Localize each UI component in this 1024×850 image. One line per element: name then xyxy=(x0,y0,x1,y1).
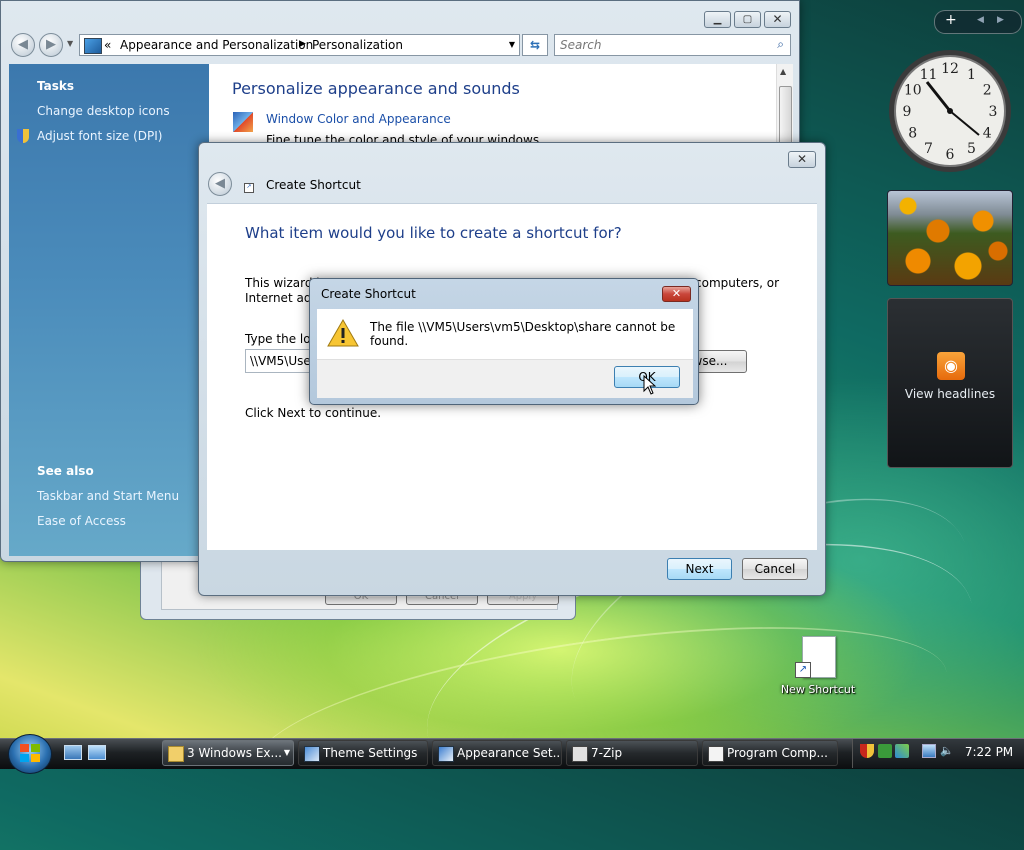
network-icon[interactable] xyxy=(922,744,936,758)
feed-headlines-gadget[interactable]: ◉ View headlines xyxy=(887,298,1013,468)
view-headlines-label[interactable]: View headlines xyxy=(888,387,1012,401)
security-center-icon[interactable] xyxy=(895,744,909,758)
clock-numeral: 9 xyxy=(903,104,912,120)
add-gadget-icon[interactable]: + xyxy=(945,12,957,28)
sidebar-item-adjust-font-size[interactable]: Adjust font size (DPI) xyxy=(37,129,162,143)
shortcut-icon: ↗ xyxy=(244,183,254,193)
taskbar-button-program-compatibility[interactable]: Program Comp... xyxy=(702,740,838,766)
see-also-heading: See also xyxy=(37,464,94,478)
clock-numeral: 1 xyxy=(967,67,976,83)
recent-pages-arrow-icon[interactable]: ▼ xyxy=(67,39,73,48)
refresh-button[interactable]: ⇆ xyxy=(522,34,548,56)
taskbar-button-theme-settings[interactable]: Theme Settings xyxy=(298,740,428,766)
error-dialog-body: The file \\VM5\Users\vm5\Desktop\share c… xyxy=(317,309,693,359)
window-color-icon xyxy=(233,112,253,132)
windows-logo-icon xyxy=(20,744,40,762)
clock-numeral: 8 xyxy=(908,126,917,142)
sidebar-item-ease-of-access[interactable]: Ease of Access xyxy=(37,514,126,528)
group-dropdown-icon[interactable]: ▼ xyxy=(284,741,290,765)
sidebar-item-taskbar[interactable]: Taskbar and Start Menu xyxy=(37,489,179,503)
sidebar: Tasks Change desktop icons Adjust font s… xyxy=(9,64,209,556)
clock-numeral: 2 xyxy=(983,83,992,99)
control-panel-icon xyxy=(84,38,102,54)
address-bar[interactable]: « Appearance and Personalization ▶ Perso… xyxy=(79,34,520,56)
error-dialog-close-button[interactable]: ✕ xyxy=(662,286,691,302)
clock-numeral: 12 xyxy=(941,61,959,77)
wizard-title: Create Shortcut xyxy=(266,178,361,192)
wizard-close-button[interactable]: ✕ xyxy=(788,151,816,168)
gadget-toolbar: + ◀ ▶ xyxy=(934,10,1022,34)
minimize-button[interactable]: ▁ xyxy=(704,11,731,28)
next-gadget-icon[interactable]: ▶ xyxy=(997,15,1004,25)
start-button[interactable] xyxy=(8,734,52,774)
taskbar-label: Appearance Set... xyxy=(457,746,562,760)
clock-numeral: 3 xyxy=(989,104,998,120)
mouse-cursor-icon xyxy=(643,375,657,395)
taskbar-button-appearance-settings[interactable]: Appearance Set... xyxy=(432,740,562,766)
page-title: Personalize appearance and sounds xyxy=(232,79,520,98)
error-dialog: Create Shortcut ✕ The file \\VM5\Users\v… xyxy=(309,278,699,405)
wizard-intro-line2: Internet add xyxy=(245,291,320,305)
warning-icon xyxy=(327,319,359,347)
breadcrumb-prefix: « xyxy=(104,38,112,52)
clock-numeral: 5 xyxy=(967,141,976,157)
next-button[interactable]: Next xyxy=(667,558,732,580)
desktop-icon-new-shortcut[interactable]: ↗ New Shortcut xyxy=(778,636,858,700)
windows-update-icon[interactable] xyxy=(878,744,892,758)
clock-numeral: 7 xyxy=(924,141,933,157)
error-dialog-title: Create Shortcut xyxy=(321,287,416,301)
volume-muted-icon[interactable]: 🔈 xyxy=(940,744,954,758)
taskbar-button-windows-explorer[interactable]: 3 Windows Ex... ▼ xyxy=(162,740,294,766)
clock-numeral: 10 xyxy=(904,83,922,99)
breadcrumb-appearance[interactable]: Appearance and Personalization xyxy=(120,38,313,52)
archive-icon xyxy=(572,746,588,762)
program-icon xyxy=(708,746,724,762)
breadcrumb-arrow-icon[interactable]: ▶ xyxy=(299,39,306,49)
search-box[interactable]: Search ⌕ xyxy=(554,34,791,56)
previous-gadget-icon[interactable]: ◀ xyxy=(977,15,984,25)
clock-numeral: 4 xyxy=(983,126,992,142)
address-dropdown-icon[interactable]: ▼ xyxy=(509,40,515,49)
shield-icon xyxy=(17,129,29,143)
wizard-back-button[interactable]: ◀ xyxy=(208,172,232,196)
forward-button[interactable]: ▶ xyxy=(39,33,63,57)
back-button[interactable]: ◀ xyxy=(11,33,35,57)
location-label: Type the loc xyxy=(245,332,318,346)
wizard-heading: What item would you like to create a sho… xyxy=(245,224,622,242)
rss-feed-icon: ◉ xyxy=(937,352,965,380)
desktop-icon-label: New Shortcut xyxy=(780,683,856,696)
clock-gadget[interactable]: 12 12 3 45678 9 1011 xyxy=(887,48,1013,174)
close-button[interactable]: ✕ xyxy=(764,11,791,28)
cancel-button[interactable]: Cancel xyxy=(742,558,808,580)
breadcrumb-personalization[interactable]: Personalization xyxy=(312,38,403,52)
clock-numeral: 6 xyxy=(946,147,955,163)
taskbar-label: 3 Windows Ex... xyxy=(187,746,282,760)
search-icon[interactable]: ⌕ xyxy=(777,37,784,52)
sidebar-item-change-desktop-icons[interactable]: Change desktop icons xyxy=(37,104,170,118)
slideshow-gadget[interactable] xyxy=(887,190,1013,286)
show-desktop-icon[interactable] xyxy=(64,745,82,760)
switch-windows-icon[interactable] xyxy=(88,745,106,760)
tasks-heading: Tasks xyxy=(37,79,75,93)
security-shield-icon[interactable] xyxy=(860,744,874,758)
folder-icon xyxy=(168,746,184,762)
clock-numeral: 11 xyxy=(920,67,938,83)
theme-icon xyxy=(304,746,320,762)
continue-text: Click Next to continue. xyxy=(245,406,382,420)
taskbar-label: Theme Settings xyxy=(323,746,418,760)
shortcut-arrow-icon: ↗ xyxy=(795,662,811,678)
maximize-button[interactable]: ▢ xyxy=(734,11,761,28)
search-input[interactable]: Search xyxy=(560,38,602,52)
window-color-link[interactable]: Window Color and Appearance xyxy=(266,112,451,126)
taskbar-button-7zip[interactable]: 7-Zip xyxy=(566,740,698,766)
taskbar-label: Program Comp... xyxy=(727,746,828,760)
appearance-icon xyxy=(438,746,454,762)
taskbar-label: 7-Zip xyxy=(591,746,623,760)
location-input-value: \\VM5\Use xyxy=(250,354,311,368)
taskbar-clock[interactable]: 7:22 PM xyxy=(960,745,1018,759)
scroll-up-arrow-icon[interactable]: ▲ xyxy=(780,67,786,76)
wizard-intro-right: computers, or xyxy=(695,276,780,290)
error-message: The file \\VM5\Users\vm5\Desktop\share c… xyxy=(370,320,676,348)
